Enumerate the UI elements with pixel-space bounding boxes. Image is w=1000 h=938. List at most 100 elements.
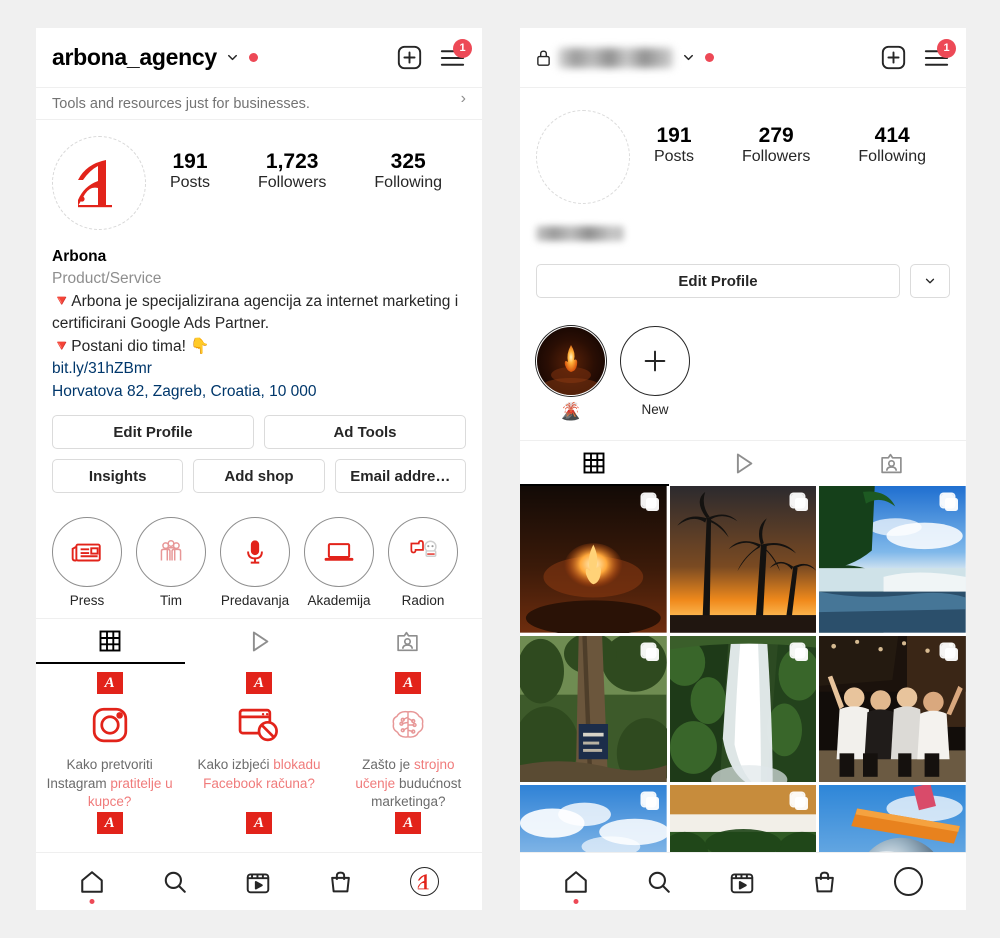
stat-posts-label: Posts xyxy=(169,174,210,192)
profile-options-caret-button[interactable] xyxy=(910,264,950,298)
nav-search[interactable] xyxy=(162,869,188,895)
insights-button[interactable]: Insights xyxy=(52,459,184,494)
home-notification-dot xyxy=(573,898,579,904)
multi-photo-icon xyxy=(791,793,809,811)
left-top-bar: arbona_agency 1 xyxy=(36,28,482,88)
highlight-predavanja[interactable]: Predavanja xyxy=(220,517,290,608)
nav-search[interactable] xyxy=(646,869,672,895)
photo-tile[interactable] xyxy=(819,635,966,783)
highlight-radionice[interactable]: Radion xyxy=(388,517,458,608)
highlight-new[interactable]: New xyxy=(620,326,690,422)
tab-tagged[interactable] xyxy=(333,619,482,664)
post-card[interactable]: A Kako izbjeći blokadu Facebook računa? … xyxy=(185,664,333,835)
stat-followers[interactable]: 1,723 Followers xyxy=(258,150,326,192)
left-action-buttons: Edit Profile Ad Tools Insights Add shop … xyxy=(36,403,482,494)
highlight-label: Press xyxy=(69,593,105,609)
stat-following-value: 414 xyxy=(874,124,910,147)
chevron-down-icon[interactable] xyxy=(225,50,240,65)
arbona-badge-bottom: A xyxy=(395,812,422,835)
menu-notification-badge: 1 xyxy=(453,38,472,58)
nav-profile[interactable] xyxy=(410,867,440,896)
hamburger-menu-icon[interactable]: 1 xyxy=(439,38,472,69)
stat-posts-label: Posts xyxy=(653,148,694,166)
left-story-highlights: Press Tim Predavanja Akademija Radion xyxy=(36,503,482,612)
bio-line-1: 🔻Arbona je specijalizirana agencija za i… xyxy=(52,292,459,333)
tab-reels[interactable] xyxy=(185,619,334,664)
multi-photo-icon xyxy=(641,643,659,661)
profile-website-link[interactable]: bit.ly/31hZBmr xyxy=(52,358,466,380)
chevron-down-icon[interactable] xyxy=(681,50,696,65)
stat-followers[interactable]: 279 Followers xyxy=(742,124,810,166)
nav-profile[interactable] xyxy=(894,867,924,896)
photo-tile[interactable] xyxy=(819,486,966,633)
highlight-tim[interactable]: Tim xyxy=(136,517,206,608)
stat-posts[interactable]: 191 Posts xyxy=(654,124,694,166)
action-button-row: Edit Profile xyxy=(536,264,950,298)
edit-profile-button[interactable]: Edit Profile xyxy=(52,415,254,450)
add-shop-button[interactable]: Add shop xyxy=(193,459,325,494)
highlight-label: New xyxy=(641,402,669,417)
right-username-redacted[interactable] xyxy=(558,47,673,68)
plus-square-icon[interactable] xyxy=(396,44,423,71)
nav-reels[interactable] xyxy=(729,869,755,895)
business-tools-banner[interactable]: Tools and resources just for businesses.… xyxy=(36,88,482,120)
stat-posts[interactable]: 191 Posts xyxy=(170,150,210,192)
highlight-akademija[interactable]: Akademija xyxy=(304,517,374,608)
highlight-label: Predavanja xyxy=(220,593,290,609)
left-post-grid: A Kako pretvoriti Instagram pratitelje u… xyxy=(36,664,482,835)
photo-tile[interactable] xyxy=(520,486,667,633)
left-stats-row: 191 Posts 1,723 Followers 325 Following xyxy=(146,136,466,192)
right-bio xyxy=(520,220,966,250)
photo-tile[interactable] xyxy=(669,635,817,783)
tab-grid[interactable] xyxy=(36,619,185,665)
stat-following-label: Following xyxy=(858,148,926,166)
post-caption: Zašto je strojno učenje budućnost market… xyxy=(335,750,482,811)
plus-square-icon[interactable] xyxy=(880,44,907,71)
caption-part-1: Kako izbjeći xyxy=(197,757,270,773)
nav-home[interactable] xyxy=(563,869,589,904)
caption-part-1: Zašto je xyxy=(362,757,414,773)
arbona-logo-avatar[interactable] xyxy=(52,136,146,230)
nav-shop[interactable] xyxy=(812,869,837,895)
email-address-button[interactable]: Email addre… xyxy=(334,459,466,494)
nav-shop[interactable] xyxy=(328,869,353,895)
blocked-browser-icon xyxy=(236,700,282,750)
lock-icon xyxy=(536,49,551,67)
tab-reels[interactable] xyxy=(669,441,818,486)
tab-grid[interactable] xyxy=(520,441,669,486)
brain-circuit-icon xyxy=(387,700,429,750)
right-profile-header: 191 Posts 279 Followers 414 Following xyxy=(520,88,966,220)
profile-address[interactable]: Horvatova 82, Zagreb, Croatia, 10 000 xyxy=(52,381,466,403)
laptop-icon xyxy=(304,517,374,588)
left-bio: Arbona Product/Service 🔻Arbona je specij… xyxy=(36,246,482,403)
photo-tile[interactable] xyxy=(520,635,667,783)
empty-avatar-placeholder[interactable] xyxy=(536,110,630,204)
stat-posts-value: 191 xyxy=(172,150,208,173)
post-caption: Kako pretvoriti Instagram pratitelje u k… xyxy=(36,750,183,811)
arbona-badge: A xyxy=(395,672,422,695)
post-card[interactable]: A Zašto je strojno učenje budućnost mark… xyxy=(334,664,482,835)
arbona-badge-bottom: A xyxy=(96,812,123,835)
edit-profile-button[interactable]: Edit Profile xyxy=(536,264,900,298)
stat-posts-value: 191 xyxy=(656,124,692,147)
right-bottom-nav xyxy=(520,852,966,910)
photo-tile[interactable] xyxy=(669,486,817,633)
post-card[interactable]: A Kako pretvoriti Instagram pratitelje u… xyxy=(36,664,184,835)
menu-notification-badge: 1 xyxy=(937,38,956,58)
highlight-press[interactable]: Press xyxy=(52,517,122,608)
instagram-camera-icon xyxy=(88,700,132,750)
hamburger-menu-icon[interactable]: 1 xyxy=(923,38,956,69)
stat-following[interactable]: 325 Following xyxy=(374,150,442,192)
right-display-name-redacted xyxy=(536,226,624,241)
post-caption: Kako izbjeći blokadu Facebook računa? xyxy=(185,750,332,792)
multi-photo-icon xyxy=(641,494,659,511)
action-button-row-1: Edit Profile Ad Tools xyxy=(52,415,466,450)
nav-home[interactable] xyxy=(79,869,105,904)
multi-photo-icon xyxy=(791,494,809,511)
tab-tagged[interactable] xyxy=(817,441,966,486)
left-username[interactable]: arbona_agency xyxy=(52,44,217,71)
stat-following[interactable]: 414 Following xyxy=(858,124,926,166)
nav-reels[interactable] xyxy=(245,869,271,895)
highlight-volcano[interactable]: 🌋 xyxy=(536,326,606,422)
ad-tools-button[interactable]: Ad Tools xyxy=(264,415,466,450)
